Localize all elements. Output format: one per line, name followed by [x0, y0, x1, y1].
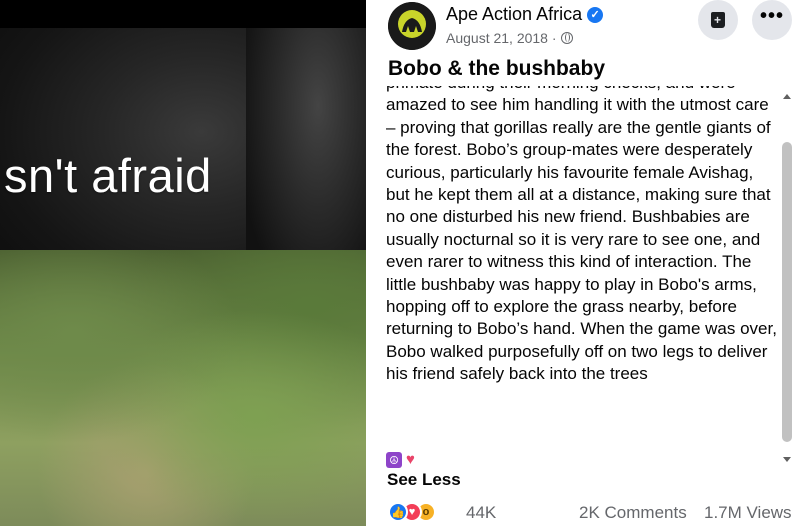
comments-count[interactable]: 2K Comments — [579, 503, 687, 523]
page-name-row[interactable]: Ape Action Africa ✓ — [446, 4, 604, 25]
reaction-icons[interactable]: 👍 ♥ o — [388, 502, 436, 522]
more-options-button[interactable]: ••• — [752, 0, 792, 40]
views-count: 1.7M Views — [704, 503, 792, 522]
post-title: Bobo & the bushbaby — [388, 57, 605, 80]
save-button[interactable] — [698, 0, 738, 40]
more-icon: ••• — [759, 4, 784, 27]
page-name[interactable]: Ape Action Africa — [446, 4, 582, 25]
globe-icon — [560, 32, 573, 44]
post-body: primate during their morning checks, and… — [386, 86, 777, 384]
scroll-thumb[interactable] — [782, 142, 792, 442]
verified-badge-icon: ✓ — [587, 6, 604, 23]
post-date[interactable]: August 21, 2018 · — [446, 30, 557, 46]
reaction-count[interactable]: 44K — [466, 503, 496, 523]
post-meta: August 21, 2018 · — [446, 30, 573, 46]
purple-symbol-icon: ☮ — [386, 452, 402, 468]
save-icon — [711, 12, 725, 28]
ape-logo-icon — [388, 2, 436, 50]
video-top-bar — [0, 0, 366, 28]
heart-icon: ♥ — [406, 451, 415, 468]
emoji-row: ☮ ♥ — [386, 452, 422, 468]
video-grass-area — [0, 250, 366, 526]
post-body-container: primate during their morning checks, and… — [386, 86, 778, 446]
like-reaction-icon: 👍 — [388, 502, 408, 522]
post-scrollbar[interactable] — [780, 90, 794, 466]
video-frame[interactable]: sn't afraid — [0, 0, 366, 526]
scroll-up-arrow-icon[interactable] — [783, 94, 791, 99]
video-caption: sn't afraid — [4, 149, 212, 202]
scroll-down-arrow-icon[interactable] — [783, 457, 791, 462]
page-avatar[interactable] — [388, 2, 436, 50]
see-less-link[interactable]: See Less — [387, 470, 461, 490]
